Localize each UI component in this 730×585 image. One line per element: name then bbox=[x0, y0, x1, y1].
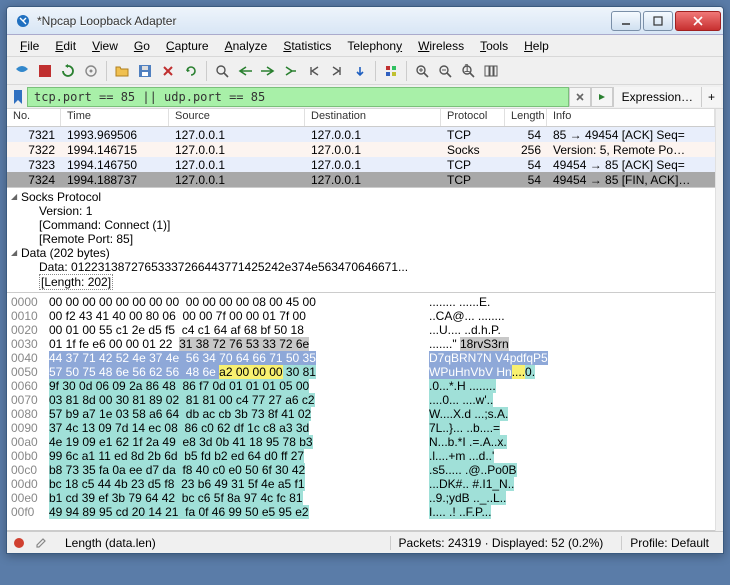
menu-help[interactable]: Help bbox=[517, 37, 556, 55]
goto-last-button[interactable] bbox=[326, 60, 348, 82]
menu-telephony[interactable]: Telephony bbox=[340, 37, 409, 55]
open-file-button[interactable] bbox=[111, 60, 133, 82]
col-info[interactable]: Info bbox=[547, 109, 715, 126]
menu-view[interactable]: View bbox=[85, 37, 125, 55]
filter-bar: Expression… + bbox=[7, 85, 723, 109]
menu-wireless[interactable]: Wireless bbox=[411, 37, 471, 55]
maximize-button[interactable] bbox=[643, 11, 673, 31]
app-window: *Npcap Loopback Adapter File Edit View G… bbox=[6, 6, 724, 554]
scrollbar[interactable] bbox=[715, 109, 723, 531]
close-button[interactable] bbox=[675, 11, 721, 31]
app-icon bbox=[15, 13, 31, 29]
menu-edit[interactable]: Edit bbox=[48, 37, 83, 55]
filter-expression-button[interactable]: Expression… bbox=[613, 87, 701, 107]
toolbar: 1 bbox=[7, 57, 723, 85]
capture-options-button[interactable] bbox=[80, 60, 102, 82]
packet-row[interactable]: 73231994.146750127.0.0.1127.0.0.1TCP5449… bbox=[7, 157, 715, 172]
packet-details[interactable]: Socks Protocol Version: 1 [Command: Conn… bbox=[7, 187, 715, 293]
detail-version[interactable]: Version: 1 bbox=[7, 204, 715, 218]
go-forward-button[interactable] bbox=[257, 60, 279, 82]
detail-remote-port[interactable]: [Remote Port: 85] bbox=[7, 232, 715, 246]
status-bar: Length (data.len) Packets: 24319 · Displ… bbox=[7, 531, 723, 553]
goto-first-button[interactable] bbox=[303, 60, 325, 82]
titlebar: *Npcap Loopback Adapter bbox=[7, 7, 723, 35]
detail-command[interactable]: [Command: Connect (1)] bbox=[7, 218, 715, 232]
filter-add-button[interactable]: + bbox=[701, 87, 721, 107]
packet-list-header: No. Time Source Destination Protocol Len… bbox=[7, 109, 715, 127]
start-capture-button[interactable] bbox=[11, 60, 33, 82]
zoom-reset-button[interactable]: 1 bbox=[457, 60, 479, 82]
filter-apply-button[interactable] bbox=[591, 87, 613, 107]
restart-capture-button[interactable] bbox=[57, 60, 79, 82]
col-source[interactable]: Source bbox=[169, 109, 305, 126]
edit-indicator-icon[interactable] bbox=[35, 537, 47, 549]
find-packet-button[interactable] bbox=[211, 60, 233, 82]
packet-rows[interactable]: 73211993.969506127.0.0.1127.0.0.1TCP5485… bbox=[7, 127, 715, 187]
filter-bookmark-button[interactable] bbox=[9, 87, 27, 107]
detail-data-length[interactable]: [Length: 202] bbox=[7, 274, 715, 290]
menu-statistics[interactable]: Statistics bbox=[276, 37, 338, 55]
window-title: *Npcap Loopback Adapter bbox=[37, 14, 611, 28]
col-time[interactable]: Time bbox=[61, 109, 169, 126]
menu-go[interactable]: Go bbox=[127, 37, 157, 55]
go-back-button[interactable] bbox=[234, 60, 256, 82]
menu-analyze[interactable]: Analyze bbox=[218, 37, 275, 55]
packet-row[interactable]: 73241994.188737127.0.0.1127.0.0.1TCP5449… bbox=[7, 172, 715, 187]
svg-text:1: 1 bbox=[464, 64, 471, 75]
menu-capture[interactable]: Capture bbox=[159, 37, 216, 55]
zoom-out-button[interactable] bbox=[434, 60, 456, 82]
expert-indicator-icon[interactable] bbox=[13, 537, 25, 549]
menu-tools[interactable]: Tools bbox=[473, 37, 515, 55]
status-field: Length (data.len) bbox=[57, 536, 380, 550]
menubar: File Edit View Go Capture Analyze Statis… bbox=[7, 35, 723, 57]
detail-data-header[interactable]: Data (202 bytes) bbox=[7, 246, 715, 260]
save-file-button[interactable] bbox=[134, 60, 156, 82]
packet-list: No. Time Source Destination Protocol Len… bbox=[7, 109, 715, 187]
stop-capture-button[interactable] bbox=[34, 60, 56, 82]
status-profile[interactable]: Profile: Default bbox=[621, 536, 717, 550]
detail-data-bytes[interactable]: Data: 01223138727653337266443771425242e3… bbox=[7, 260, 715, 274]
filter-clear-button[interactable] bbox=[569, 87, 591, 107]
goto-packet-button[interactable] bbox=[280, 60, 302, 82]
col-length[interactable]: Length bbox=[505, 109, 547, 126]
col-protocol[interactable]: Protocol bbox=[441, 109, 505, 126]
display-filter-input[interactable] bbox=[27, 87, 569, 107]
col-no[interactable]: No. bbox=[7, 109, 61, 126]
resize-columns-button[interactable] bbox=[480, 60, 502, 82]
status-packets: Packets: 24319 · Displayed: 52 (0.2%) bbox=[390, 536, 612, 550]
auto-scroll-button[interactable] bbox=[349, 60, 371, 82]
reload-button[interactable] bbox=[180, 60, 202, 82]
packet-row[interactable]: 73221994.146715127.0.0.1127.0.0.1Socks25… bbox=[7, 142, 715, 157]
detail-socks-header[interactable]: Socks Protocol bbox=[7, 190, 715, 204]
minimize-button[interactable] bbox=[611, 11, 641, 31]
hex-pane[interactable]: 000000 00 00 00 00 00 00 00 00 00 00 00 … bbox=[7, 293, 715, 531]
packet-row[interactable]: 73211993.969506127.0.0.1127.0.0.1TCP5485… bbox=[7, 127, 715, 142]
colorize-button[interactable] bbox=[380, 60, 402, 82]
col-destination[interactable]: Destination bbox=[305, 109, 441, 126]
menu-file[interactable]: File bbox=[13, 37, 46, 55]
close-file-button[interactable] bbox=[157, 60, 179, 82]
zoom-in-button[interactable] bbox=[411, 60, 433, 82]
